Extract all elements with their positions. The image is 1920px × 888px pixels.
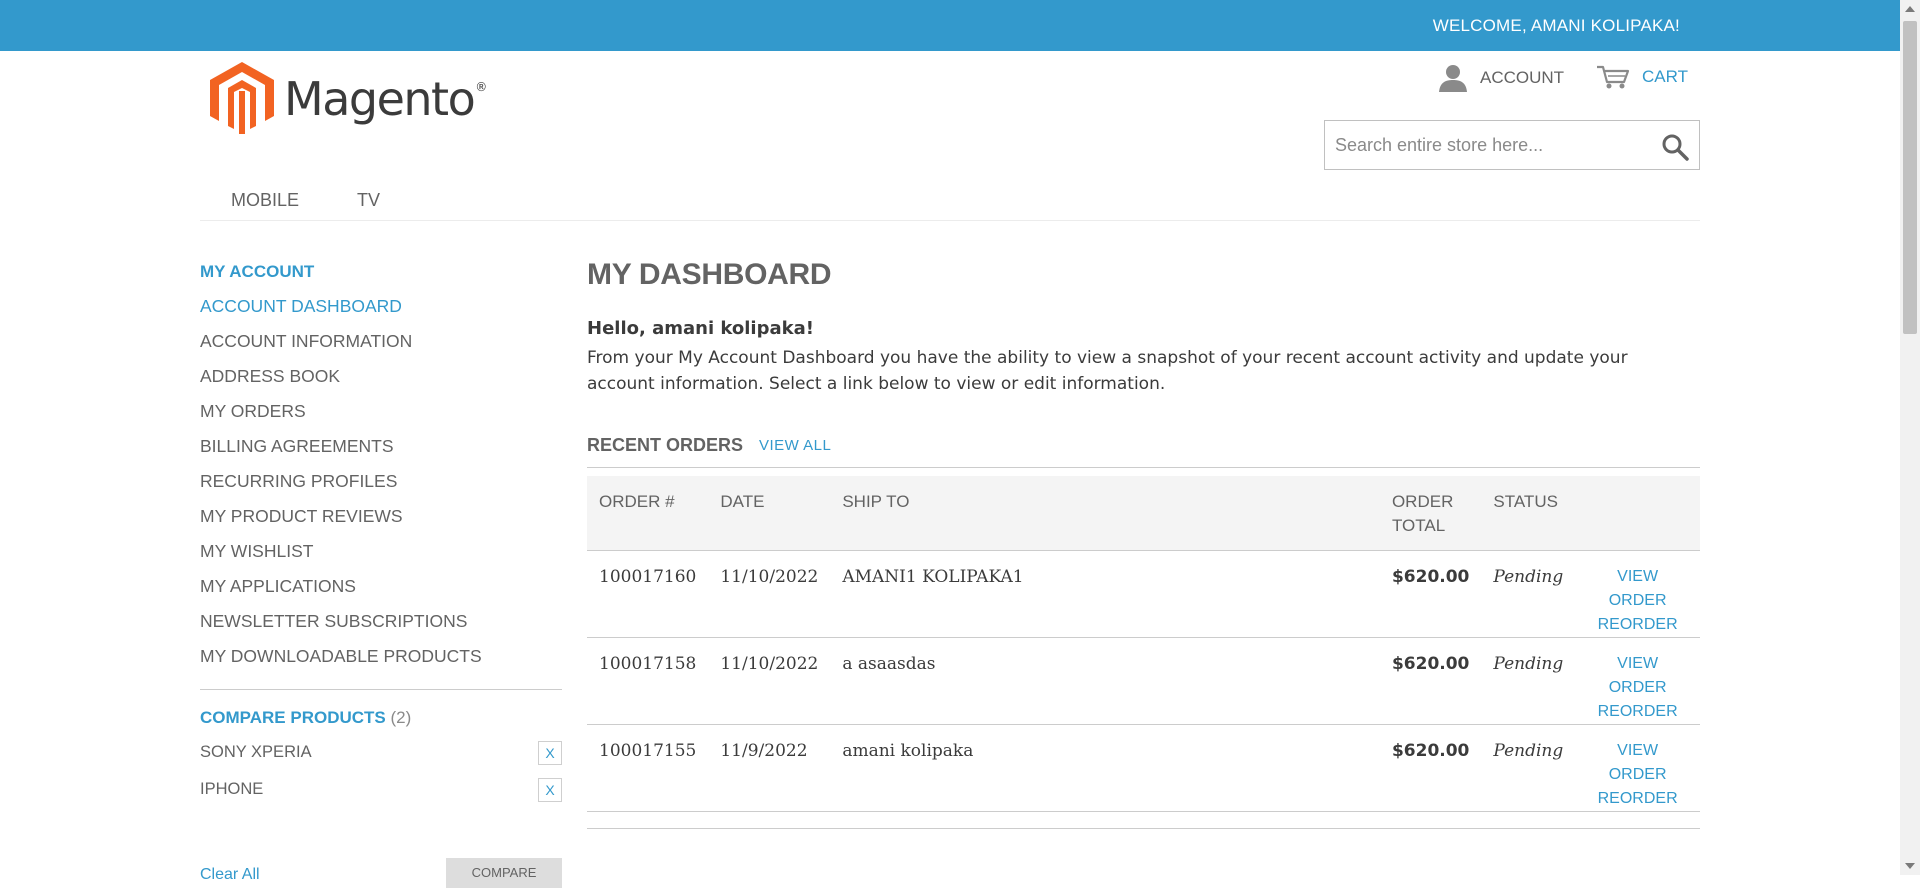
column-header-date: DATE: [708, 476, 831, 551]
order-number: 100017155: [587, 724, 709, 812]
sidebar-item-my-orders[interactable]: MY ORDERS: [200, 401, 562, 436]
table-row: 100017158 11/10/2022 a asaasdas $620.00 …: [587, 637, 1700, 725]
column-header-order-total: ORDER TOTAL: [1379, 476, 1482, 551]
order-actions: VIEW ORDER REORDER: [1575, 637, 1700, 725]
sidebar-item-my-product-reviews[interactable]: MY PRODUCT REVIEWS: [200, 506, 562, 541]
order-actions: VIEW ORDER REORDER: [1575, 724, 1700, 812]
compare-item: SONY XPERIA X: [200, 728, 562, 765]
magento-logo-text: Magento®: [284, 72, 487, 126]
page-scrollbar[interactable]: [1900, 0, 1920, 875]
order-ship-to: amani kolipaka: [830, 724, 1380, 812]
nav-item-mobile[interactable]: MOBILE: [231, 190, 299, 211]
order-number: 100017160: [587, 550, 709, 638]
magento-logo[interactable]: Magento®: [210, 62, 487, 136]
recent-orders-header: RECENT ORDERS VIEW ALL: [587, 435, 1700, 468]
cart-label: CART: [1642, 67, 1688, 86]
column-header-ship-to: SHIP TO: [830, 476, 1380, 551]
account-person-icon: [1439, 65, 1467, 92]
clear-all-link[interactable]: Clear All: [200, 866, 260, 884]
scrollbar-thumb[interactable]: [1903, 21, 1917, 334]
order-actions: VIEW ORDER REORDER: [1575, 550, 1700, 638]
sidebar-item-address-book[interactable]: ADDRESS BOOK: [200, 366, 562, 401]
table-row: 100017160 11/10/2022 AMANI1 KOLIPAKA1 $6…: [587, 550, 1700, 638]
recent-orders-title: RECENT ORDERS: [587, 435, 744, 455]
order-total: $620.00: [1379, 724, 1482, 812]
main-navigation: MOBILE TV: [200, 190, 1700, 221]
column-header-status: STATUS: [1481, 476, 1576, 551]
sidebar-item-account-dashboard[interactable]: ACCOUNT DASHBOARD: [200, 296, 562, 331]
order-number: 100017158: [587, 637, 709, 725]
account-sidebar: MY ACCOUNT ACCOUNT DASHBOARD ACCOUNT INF…: [200, 262, 562, 802]
table-header-row: ORDER # DATE SHIP TO ORDER TOTAL STATUS: [587, 476, 1700, 551]
view-order-link[interactable]: VIEW ORDER: [1587, 652, 1688, 700]
cart-icon: [1597, 65, 1630, 89]
top-welcome-bar: WELCOME, AMANI KOLIPAKA!: [0, 0, 1900, 51]
nav-item-tv[interactable]: TV: [357, 190, 380, 211]
order-total: $620.00: [1379, 550, 1482, 638]
sidebar-item-my-downloadable-products[interactable]: MY DOWNLOADABLE PRODUCTS: [200, 646, 562, 681]
table-row: 100017155 11/9/2022 amani kolipaka $620.…: [587, 724, 1700, 812]
order-status: Pending: [1481, 637, 1576, 725]
sidebar-item-newsletter-subscriptions[interactable]: NEWSLETTER SUBSCRIPTIONS: [200, 611, 562, 646]
sidebar-item-recurring-profiles[interactable]: RECURRING PROFILES: [200, 471, 562, 506]
remove-compare-item-button[interactable]: X: [538, 741, 562, 765]
compare-count: (2): [390, 708, 412, 727]
section-divider: [587, 828, 1700, 829]
reorder-link[interactable]: REORDER: [1587, 700, 1688, 724]
view-all-orders-link[interactable]: VIEW ALL: [759, 437, 831, 454]
view-order-link[interactable]: VIEW ORDER: [1587, 739, 1688, 787]
sidebar-item-billing-agreements[interactable]: BILLING AGREEMENTS: [200, 436, 562, 471]
cart-link[interactable]: CART: [1596, 64, 1688, 90]
order-date: 11/10/2022: [708, 550, 831, 638]
column-header-order-number: ORDER #: [587, 476, 709, 551]
compare-item: IPHONE X: [200, 765, 562, 802]
page-title: MY DASHBOARD: [587, 258, 832, 291]
scroll-down-arrow-icon[interactable]: [1905, 863, 1915, 869]
order-date: 11/9/2022: [708, 724, 831, 812]
magento-logo-icon: [210, 62, 274, 136]
sidebar-divider: [200, 689, 562, 690]
order-ship-to: AMANI1 KOLIPAKA1: [830, 550, 1380, 638]
view-order-link[interactable]: VIEW ORDER: [1587, 565, 1688, 613]
search-input[interactable]: [1325, 121, 1645, 169]
recent-orders-table: ORDER # DATE SHIP TO ORDER TOTAL STATUS 1…: [587, 476, 1700, 812]
search-box: [1324, 120, 1700, 170]
reorder-link[interactable]: REORDER: [1587, 787, 1688, 811]
column-header-actions: [1575, 476, 1700, 551]
remove-compare-item-button[interactable]: X: [538, 778, 562, 802]
dashboard-intro-text: From your My Account Dashboard you have …: [587, 348, 1628, 394]
order-status: Pending: [1481, 550, 1576, 638]
order-date: 11/10/2022: [708, 637, 831, 725]
sidebar-title: MY ACCOUNT: [200, 262, 315, 281]
dashboard-main: MY DASHBOARD Hello, amani kolipaka! From…: [587, 258, 1700, 829]
welcome-message: WELCOME, AMANI KOLIPAKA!: [1432, 16, 1680, 35]
reorder-link[interactable]: REORDER: [1587, 613, 1688, 637]
hello-greeting: Hello, amani kolipaka!: [587, 318, 814, 339]
sidebar-item-my-applications[interactable]: MY APPLICATIONS: [200, 576, 562, 611]
compare-button[interactable]: COMPARE: [446, 858, 562, 888]
order-status: Pending: [1481, 724, 1576, 812]
compare-item-label[interactable]: SONY XPERIA: [200, 743, 312, 761]
scroll-up-arrow-icon[interactable]: [1905, 6, 1915, 12]
search-icon[interactable]: [1661, 133, 1689, 161]
order-total: $620.00: [1379, 637, 1482, 725]
sidebar-item-account-information[interactable]: ACCOUNT INFORMATION: [200, 331, 562, 366]
account-link[interactable]: ACCOUNT: [1438, 64, 1564, 92]
compare-products-title[interactable]: COMPARE PRODUCTS (2): [200, 708, 562, 728]
account-label: ACCOUNT: [1480, 68, 1565, 87]
compare-item-label[interactable]: IPHONE: [200, 780, 263, 798]
order-ship-to: a asaasdas: [830, 637, 1380, 725]
sidebar-item-my-wishlist[interactable]: MY WISHLIST: [200, 541, 562, 576]
